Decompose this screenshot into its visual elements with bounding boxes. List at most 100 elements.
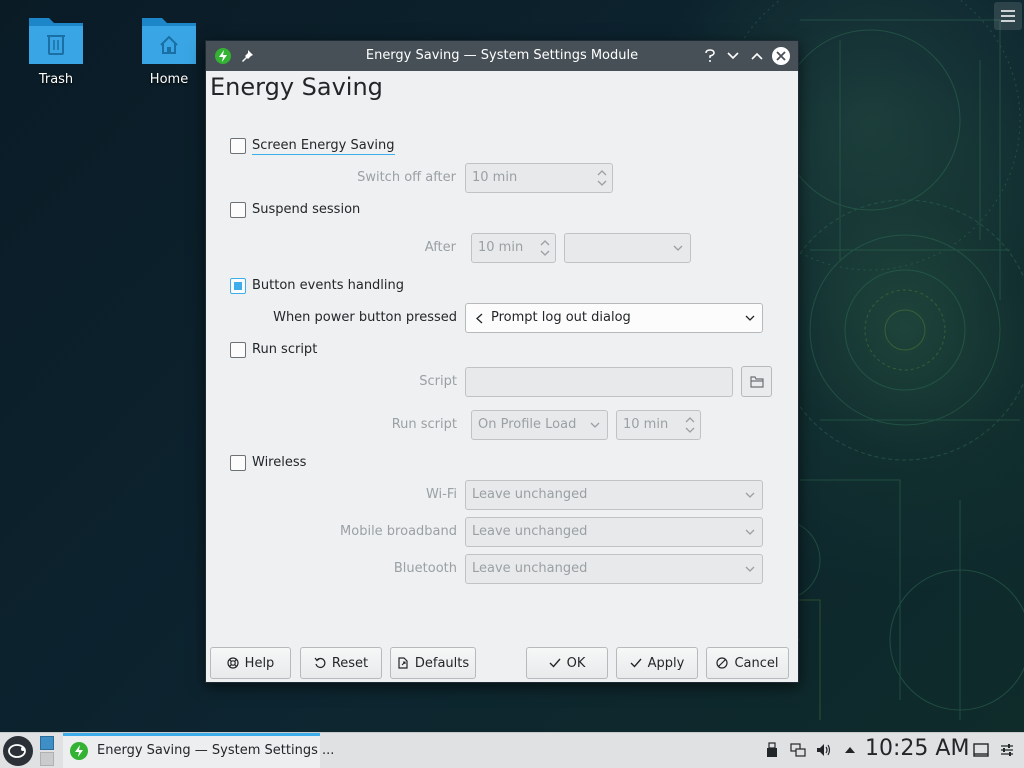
tray-expand-icon[interactable]	[842, 742, 858, 758]
chevron-down-icon	[745, 492, 755, 498]
combobox-value: Leave unchanged	[472, 487, 588, 502]
desktop-icon-label: Trash	[38, 72, 74, 87]
screen-energy-saving-checkbox[interactable]	[230, 138, 246, 154]
home-folder-icon	[140, 12, 198, 66]
checkmark-icon	[630, 658, 642, 668]
reset-button[interactable]: Reset	[300, 647, 382, 679]
spin-arrows-icon	[597, 170, 607, 186]
run-script-label[interactable]: Run script	[252, 342, 317, 357]
taskbar-task-energy-saving[interactable]: Energy Saving — System Settings ...	[63, 733, 334, 768]
document-revert-icon	[398, 657, 408, 669]
help-button[interactable]: Help	[210, 647, 291, 679]
close-button[interactable]	[772, 47, 790, 65]
run-script-when-label: Run script	[391, 417, 457, 432]
screen-energy-saving-label[interactable]: Screen Energy Saving	[252, 138, 395, 155]
defaults-button-label: Defaults	[414, 655, 470, 671]
combobox-value: On Profile Load	[478, 417, 577, 432]
usb-device-icon[interactable]	[764, 742, 780, 758]
wifi-label: Wi-Fi	[425, 487, 457, 502]
defaults-button[interactable]: Defaults	[390, 647, 476, 679]
suspend-action-combobox[interactable]	[564, 233, 691, 263]
apply-button-label: Apply	[647, 655, 685, 671]
button-events-checkbox[interactable]	[230, 278, 246, 294]
pager-desktop-2[interactable]	[40, 752, 54, 766]
wifi-combobox[interactable]: Leave unchanged	[465, 480, 763, 510]
script-path-label: Script	[419, 374, 457, 389]
spin-arrows-icon	[540, 240, 550, 256]
window-titlebar[interactable]: Energy Saving — System Settings Module	[206, 41, 798, 71]
network-icon[interactable]	[790, 742, 806, 758]
spinbox-value: 10 min	[478, 240, 524, 255]
combobox-value: Leave unchanged	[472, 524, 588, 539]
chevron-down-icon	[745, 529, 755, 535]
panel-settings-icon[interactable]	[999, 742, 1015, 758]
power-app-icon	[70, 742, 88, 760]
spin-arrows-icon	[685, 417, 695, 433]
question-icon	[705, 49, 715, 62]
show-desktop-icon[interactable]	[973, 742, 989, 758]
checkmark-icon	[549, 658, 561, 668]
suspend-session-label[interactable]: Suspend session	[252, 202, 360, 217]
volume-icon[interactable]	[816, 742, 832, 758]
undo-icon	[314, 657, 326, 668]
application-launcher-button[interactable]	[3, 736, 33, 766]
run-script-when-combobox[interactable]: On Profile Load	[471, 410, 608, 440]
cancel-icon	[716, 657, 729, 669]
suspend-session-checkbox[interactable]	[230, 202, 246, 218]
chevron-down-icon	[745, 315, 755, 321]
help-button-label: Help	[244, 655, 275, 671]
bluetooth-label: Bluetooth	[393, 561, 457, 576]
apply-button[interactable]: Apply	[616, 647, 698, 679]
switch-off-after-spinbox[interactable]: 10 min	[465, 163, 613, 193]
desktop-icon-home[interactable]: Home	[129, 0, 209, 87]
taskbar-task-label: Energy Saving — System Settings ...	[97, 743, 335, 758]
run-script-checkbox[interactable]	[230, 342, 246, 358]
chevron-down-icon	[745, 566, 755, 572]
taskbar: Energy Saving — System Settings ... 10:2…	[0, 732, 1024, 768]
pager-desktop-1[interactable]	[40, 736, 54, 750]
ok-button-label: OK	[566, 655, 586, 671]
bluetooth-combobox[interactable]: Leave unchanged	[465, 554, 763, 584]
power-button-label: When power button pressed	[273, 310, 457, 325]
module-content: Energy Saving Screen Energy Saving Switc…	[206, 71, 798, 682]
mobile-broadband-label: Mobile broadband	[340, 524, 457, 539]
help-titlebar-button[interactable]	[701, 47, 719, 65]
trash-folder-icon	[27, 12, 85, 66]
cancel-button-label: Cancel	[734, 655, 779, 671]
digital-clock[interactable]: 10:25 AM	[865, 736, 969, 761]
suspend-after-label: After	[424, 240, 456, 255]
mobile-broadband-combobox[interactable]: Leave unchanged	[465, 517, 763, 547]
power-button-action-combobox[interactable]: Prompt log out dialog	[465, 303, 763, 333]
spinbox-value: 10 min	[472, 170, 518, 185]
chevron-up-icon	[751, 52, 763, 60]
page-title: Energy Saving	[210, 73, 383, 101]
chevron-left-icon	[476, 313, 483, 324]
ok-button[interactable]: OK	[526, 647, 608, 679]
button-events-label[interactable]: Button events handling	[252, 278, 404, 293]
close-icon	[776, 51, 786, 61]
lifebuoy-icon	[227, 657, 239, 669]
combobox-value: Prompt log out dialog	[491, 310, 631, 325]
chevron-down-icon	[727, 52, 739, 60]
wireless-label[interactable]: Wireless	[252, 455, 306, 470]
wireless-checkbox[interactable]	[230, 455, 246, 471]
folder-open-icon	[749, 375, 764, 388]
switch-off-after-label: Switch off after	[357, 170, 456, 185]
desktop-toolbox-button[interactable]	[994, 2, 1022, 30]
script-path-input[interactable]	[465, 367, 733, 397]
run-script-time-spinbox[interactable]: 10 min	[616, 410, 701, 440]
maximize-button[interactable]	[748, 47, 766, 65]
reset-button-label: Reset	[331, 655, 369, 671]
suspend-after-spinbox[interactable]: 10 min	[471, 233, 556, 263]
desktop-icon-label: Home	[149, 72, 189, 87]
hamburger-icon	[1001, 10, 1015, 22]
spinbox-value: 10 min	[623, 417, 669, 432]
desktop-icon-trash[interactable]: Trash	[16, 0, 96, 87]
virtual-desktop-pager[interactable]	[37, 734, 59, 768]
browse-script-button[interactable]	[741, 366, 772, 397]
energy-saving-window: Energy Saving — System Settings Module E…	[205, 40, 799, 683]
cancel-button[interactable]: Cancel	[706, 647, 789, 679]
chevron-down-icon	[590, 422, 600, 428]
opensuse-logo-icon	[8, 744, 26, 758]
minimize-button[interactable]	[724, 47, 742, 65]
